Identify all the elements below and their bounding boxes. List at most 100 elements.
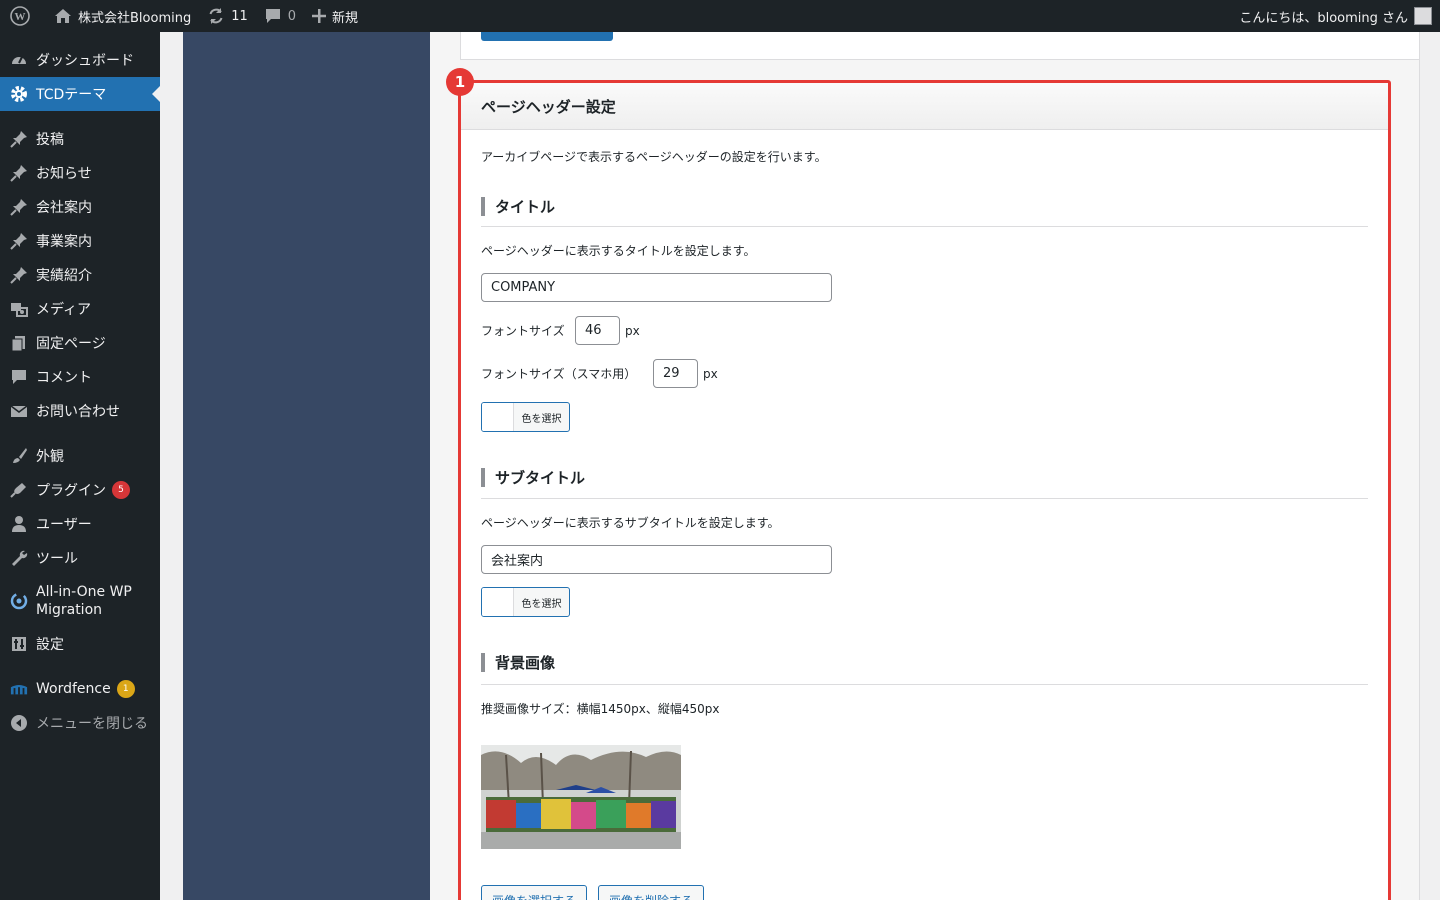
- color-swatch: [482, 403, 514, 431]
- menu-tcd-theme[interactable]: TCDテーマ: [0, 77, 160, 111]
- site-name-link[interactable]: 株式会社Blooming: [46, 0, 199, 32]
- menu-plugins[interactable]: プラグイン 5: [0, 473, 160, 507]
- background-image-preview: [481, 745, 681, 849]
- menu-comments[interactable]: コメント: [0, 360, 160, 394]
- title-heading: タイトル: [481, 197, 555, 216]
- menu-contact[interactable]: お問い合わせ: [0, 394, 160, 428]
- menu-label: プラグイン: [36, 483, 106, 499]
- subtitle-color-button[interactable]: 色を選択: [481, 587, 570, 617]
- brush-icon: [10, 447, 28, 465]
- menu-posts[interactable]: 投稿: [0, 122, 160, 156]
- admin-sidebar: ダッシュボード TCDテーマ 投稿 お知らせ 会社案内 事業案内 実績紹介 メデ…: [0, 32, 160, 900]
- theme-options-nav-panel: [183, 32, 430, 900]
- title-input[interactable]: [481, 273, 832, 302]
- comments-link[interactable]: 0: [256, 0, 304, 32]
- menu-label: TCDテーマ: [36, 87, 107, 103]
- menu-ai1wm[interactable]: All-in-One WP Migration: [0, 575, 160, 627]
- menu-settings[interactable]: 設定: [0, 627, 160, 661]
- refresh-icon: [209, 8, 223, 24]
- section-title: ページヘッダー設定: [461, 83, 1388, 130]
- menu-label: 会社案内: [36, 200, 92, 216]
- wordfence-icon: [10, 680, 28, 698]
- wordpress-logo-button[interactable]: W: [0, 0, 46, 32]
- menu-label: 外観: [36, 449, 64, 465]
- menu-label: メディア: [36, 302, 92, 318]
- menu-label: お知らせ: [36, 166, 92, 182]
- admin-bar: W 株式会社Blooming 11 0 新規 こんにちは、blooming さん: [0, 0, 1440, 32]
- menu-label: コメント: [36, 370, 92, 386]
- subtitle-input[interactable]: [481, 545, 832, 574]
- comment-bubble-icon: [265, 9, 280, 23]
- select-image-button[interactable]: 画像を選択する: [481, 885, 588, 900]
- pin-icon: [10, 198, 28, 216]
- menu-label: 投稿: [36, 132, 64, 148]
- font-size-sp-label: フォントサイズ（スマホ用）: [481, 367, 637, 381]
- menu-tools[interactable]: ツール: [0, 541, 160, 575]
- font-size-input[interactable]: [575, 316, 620, 345]
- menu-company[interactable]: 会社案内: [0, 190, 160, 224]
- content-border: [1419, 32, 1420, 900]
- plus-icon: [312, 9, 327, 23]
- new-content-link[interactable]: 新規: [304, 0, 366, 32]
- menu-label: ユーザー: [36, 517, 92, 533]
- collapse-icon: [10, 714, 28, 732]
- menu-news[interactable]: お知らせ: [0, 156, 160, 190]
- menu-label: All-in-One WP Migration: [36, 584, 132, 618]
- updates-count: 11: [231, 8, 248, 24]
- font-size-sp-input[interactable]: [653, 359, 698, 388]
- previous-save-button[interactable]: [481, 32, 613, 41]
- wordpress-icon: W: [10, 6, 30, 26]
- wordfence-badge: 1: [116, 680, 135, 698]
- menu-label: ダッシュボード: [36, 53, 134, 69]
- greeting-text: こんにちは、blooming さん: [1239, 10, 1408, 26]
- pin-icon: [10, 164, 28, 182]
- menu-collapse[interactable]: メニューを閉じる: [0, 706, 160, 740]
- user-icon: [10, 515, 28, 533]
- pin-icon: [10, 232, 28, 250]
- menu-label: Wordfence: [36, 681, 111, 697]
- divider: [481, 684, 1368, 685]
- svg-text:W: W: [15, 11, 26, 23]
- menu-works[interactable]: 実績紹介: [0, 258, 160, 292]
- gear-icon: [10, 85, 28, 103]
- section-description: アーカイブページで表示するページヘッダーの設定を行います。: [481, 150, 827, 164]
- menu-wordfence[interactable]: Wordfence 1: [0, 672, 160, 706]
- menu-label: 実績紹介: [36, 268, 92, 284]
- menu-users[interactable]: ユーザー: [0, 507, 160, 541]
- new-label: 新規: [332, 10, 359, 26]
- updates-link[interactable]: 11: [199, 0, 256, 32]
- background-heading: 背景画像: [481, 653, 555, 672]
- font-size-label: フォントサイズ: [481, 324, 565, 338]
- avatar: [1414, 7, 1432, 25]
- title-color-button[interactable]: 色を選択: [481, 402, 570, 432]
- page-header-settings-section: ページヘッダー設定 アーカイブページで表示するページヘッダーの設定を行います。 …: [458, 80, 1391, 900]
- divider: [481, 226, 1368, 227]
- color-button-label: 色を選択: [521, 413, 562, 425]
- divider: [481, 498, 1368, 499]
- pin-icon: [10, 130, 28, 148]
- menu-business[interactable]: 事業案内: [0, 224, 160, 258]
- menu-pages[interactable]: 固定ページ: [0, 326, 160, 360]
- color-swatch: [482, 588, 514, 616]
- font-size-sp-unit: px: [703, 366, 718, 381]
- page-icon: [10, 334, 28, 352]
- plugin-update-badge: 5: [112, 481, 130, 499]
- delete-image-button[interactable]: 画像を削除する: [598, 885, 705, 900]
- menu-label: 事業案内: [36, 234, 92, 250]
- title-description: ページヘッダーに表示するタイトルを設定します。: [481, 244, 756, 258]
- pin-icon: [10, 266, 28, 284]
- dashboard-icon: [10, 51, 28, 69]
- comments-count: 0: [287, 8, 297, 24]
- menu-media[interactable]: メディア: [0, 292, 160, 326]
- settings-icon: [10, 635, 28, 653]
- site-name: 株式会社Blooming: [78, 10, 192, 26]
- menu-label: 設定: [36, 637, 64, 653]
- step-marker: 1: [446, 68, 474, 96]
- account-menu[interactable]: こんにちは、blooming さん: [1231, 0, 1432, 32]
- menu-label: 固定ページ: [36, 336, 106, 352]
- menu-appearance[interactable]: 外観: [0, 439, 160, 473]
- mail-icon: [10, 402, 28, 420]
- plugin-icon: [10, 481, 28, 499]
- menu-dashboard[interactable]: ダッシュボード: [0, 43, 160, 77]
- menu-label: お問い合わせ: [36, 404, 120, 420]
